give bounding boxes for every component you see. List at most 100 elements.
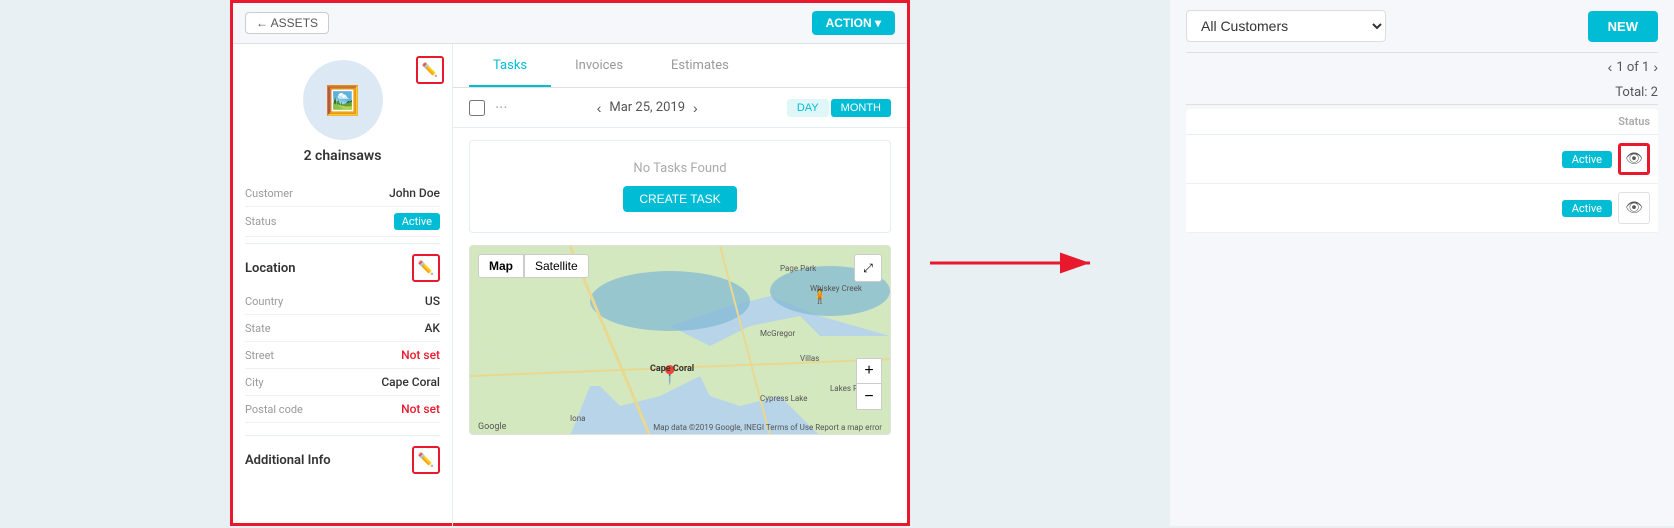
date-nav: ‹ Mar 25, 2019 › <box>597 100 698 116</box>
country-row: Country US <box>245 288 440 315</box>
pagination-text: 1 of 1 <box>1616 60 1649 75</box>
table-row: Active 👁 <box>1186 184 1658 233</box>
assets-bar: ← ASSETS ACTION ▾ <box>233 3 907 44</box>
arrow-area <box>910 0 1170 526</box>
task-toolbar: ··· ‹ Mar 25, 2019 › DAY MONTH <box>453 88 907 128</box>
postal-row: Postal code Not set <box>245 396 440 423</box>
state-value: AK <box>424 321 440 335</box>
villas-label: Villas <box>800 354 819 363</box>
table-row: Active 👁 <box>1186 135 1658 184</box>
google-logo: Google <box>478 422 506 432</box>
panel-inner: ✏️ 🖼️ 2 chainsaws Customer John Doe Stat… <box>233 44 907 528</box>
month-toggle-button[interactable]: MONTH <box>831 99 891 117</box>
asset-name: 2 chainsaws <box>304 148 382 164</box>
customer-row: Customer John Doe <box>245 180 440 207</box>
pagination-bar: ‹ 1 of 1 › <box>1186 53 1658 81</box>
location-header: Location ✏️ <box>245 243 440 288</box>
total-text: Total: 2 <box>1615 85 1658 100</box>
customer-2-status-badge: Active <box>1562 200 1612 217</box>
page-park-label: Page Park <box>780 264 817 273</box>
eye-icon-2: 👁 <box>1625 200 1643 216</box>
country-label: Country <box>245 295 283 308</box>
day-month-toggle: DAY MONTH <box>787 99 891 117</box>
annotation-arrow <box>920 233 1120 293</box>
state-label: State <box>245 322 271 335</box>
task-toolbar-left: ··· <box>469 98 508 117</box>
customers-header: All Customers NEW <box>1186 0 1658 53</box>
map-attribution-detail: Map data ©2019 Google, INEGI Terms of Us… <box>653 423 882 432</box>
satellite-view-button[interactable]: Satellite <box>524 254 589 278</box>
additional-info-title: Additional Info <box>245 453 331 468</box>
action-button[interactable]: ACTION ▾ <box>812 11 895 35</box>
date-prev-button[interactable]: ‹ <box>597 100 602 116</box>
map-zoom-controls: + − <box>856 358 882 410</box>
zoom-out-button[interactable]: − <box>856 384 882 410</box>
map-expand-button[interactable]: ⤢ <box>854 254 882 282</box>
tabs-bar: Tasks Invoices Estimates <box>453 44 907 88</box>
location-title: Location <box>245 261 296 276</box>
country-value: US <box>425 294 440 308</box>
create-task-button[interactable]: CREATE TASK <box>623 186 736 212</box>
day-toggle-button[interactable]: DAY <box>787 99 829 117</box>
state-row: State AK <box>245 315 440 342</box>
street-label: Street <box>245 349 274 362</box>
map-attribution: Google <box>478 422 506 432</box>
mcgregor-label: McGregor <box>760 329 796 338</box>
next-page-button[interactable]: › <box>1653 59 1658 75</box>
assets-back-button[interactable]: ← ASSETS <box>245 12 329 34</box>
prev-page-button[interactable]: ‹ <box>1608 59 1613 75</box>
city-label: City <box>245 376 264 389</box>
postal-value: Not set <box>401 402 440 416</box>
customer-value: John Doe <box>389 186 440 200</box>
status-col-header: Status <box>1618 115 1650 128</box>
map-container: Map Satellite ⤢ <box>469 245 891 435</box>
date-display: Mar 25, 2019 <box>609 100 685 115</box>
task-select-all-checkbox[interactable] <box>469 100 485 116</box>
no-tasks-text: No Tasks Found <box>490 161 870 176</box>
status-row: Status Active <box>245 207 440 237</box>
asset-avatar-icon: 🖼️ <box>325 84 360 117</box>
status-badge: Active <box>394 213 440 230</box>
tab-invoices[interactable]: Invoices <box>551 44 647 87</box>
main-area: ← ASSETS ACTION ▾ ✏️ 🖼️ 2 chainsaws Cust… <box>230 0 1674 526</box>
cape-coral-label: Cape Coral <box>650 364 694 374</box>
tab-estimates[interactable]: Estimates <box>647 44 753 87</box>
customers-panel: All Customers NEW ‹ 1 of 1 › Total: 2 St… <box>1170 0 1674 526</box>
map-view-button[interactable]: Map <box>478 254 524 278</box>
zoom-in-button[interactable]: + <box>856 358 882 384</box>
date-next-button[interactable]: › <box>693 100 698 116</box>
eye-icon-1: 👁 <box>1625 151 1643 167</box>
right-content: Tasks Invoices Estimates ··· ‹ Mar 25, 2… <box>453 44 907 528</box>
asset-detail-panel: ← ASSETS ACTION ▾ ✏️ 🖼️ 2 chainsaws Cust… <box>230 0 910 526</box>
more-options-icon: ··· <box>495 98 508 117</box>
customer-2-view-button[interactable]: 👁 <box>1618 192 1650 224</box>
city-row: City Cape Coral <box>245 369 440 396</box>
customers-dropdown-area: All Customers <box>1186 10 1386 42</box>
whiskey-creek-label: Whiskey Creek <box>810 284 863 293</box>
avatar-section: ✏️ 🖼️ 2 chainsaws <box>245 60 440 164</box>
asset-left-card: ✏️ 🖼️ 2 chainsaws Customer John Doe Stat… <box>233 44 453 528</box>
cypress-lake-label: Cypress Lake <box>760 394 807 403</box>
customers-select[interactable]: All Customers <box>1186 10 1386 42</box>
customer-1-view-button[interactable]: 👁 <box>1618 143 1650 175</box>
edit-location-button[interactable]: ✏️ <box>412 254 440 282</box>
city-value: Cape Coral <box>381 375 440 389</box>
iona-label: Iona <box>570 414 586 423</box>
edit-asset-button[interactable]: ✏️ <box>416 56 444 84</box>
street-row: Street Not set <box>245 342 440 369</box>
new-customer-button[interactable]: NEW <box>1588 11 1658 42</box>
additional-info-header: Additional Info ✏️ <box>245 435 440 480</box>
table-header: Status <box>1186 109 1658 135</box>
customer-label: Customer <box>245 187 293 200</box>
postal-label: Postal code <box>245 403 303 416</box>
no-tasks-box: No Tasks Found CREATE TASK <box>469 140 891 233</box>
total-bar: Total: 2 <box>1186 81 1658 105</box>
left-background <box>0 0 230 526</box>
avatar-circle: 🖼️ <box>303 60 383 140</box>
customer-1-status-badge: Active <box>1562 151 1612 168</box>
street-value: Not set <box>401 348 440 362</box>
map-toolbar: Map Satellite <box>478 254 589 278</box>
status-label: Status <box>245 215 276 228</box>
edit-additional-info-button[interactable]: ✏️ <box>412 446 440 474</box>
tab-tasks[interactable]: Tasks <box>469 44 551 87</box>
